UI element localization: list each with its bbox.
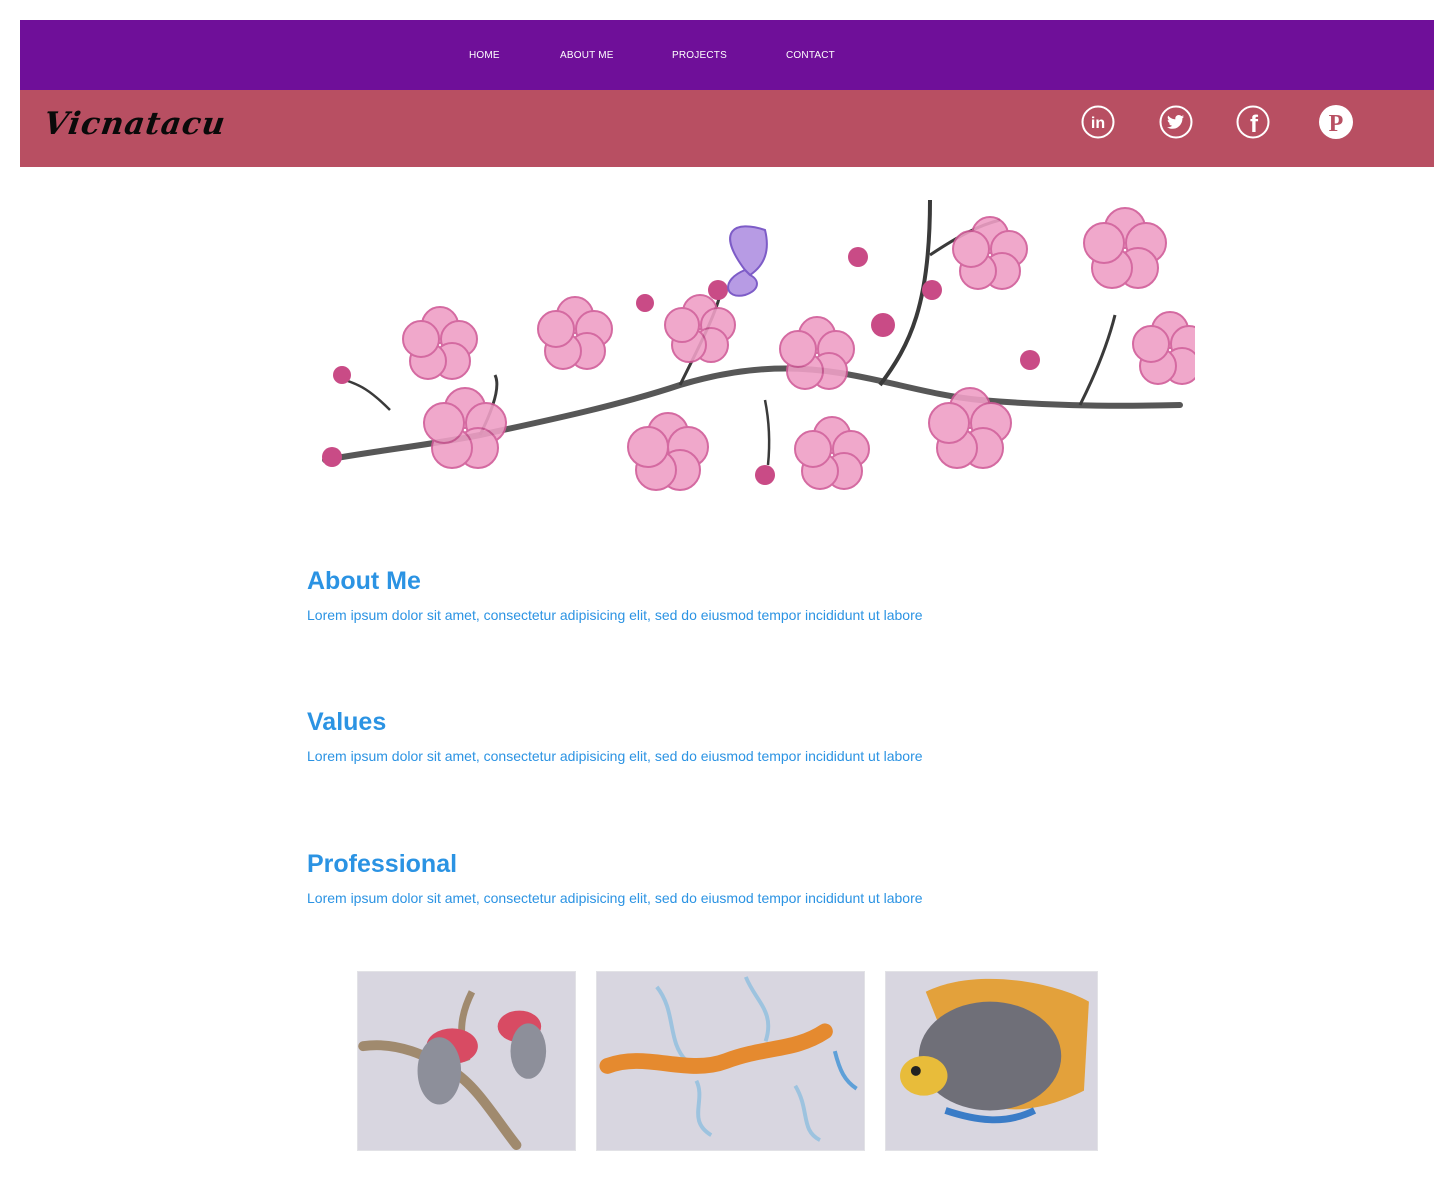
values-section: Values Lorem ipsum dolor sit amet, conse… xyxy=(307,707,1207,765)
site-logo[interactable]: Vicnatacu xyxy=(41,106,228,142)
pinterest-icon[interactable]: P xyxy=(1319,105,1353,139)
professional-section: Professional Lorem ipsum dolor sit amet,… xyxy=(307,849,1207,907)
professional-text: Lorem ipsum dolor sit amet, consectetur … xyxy=(307,890,923,906)
values-heading: Values xyxy=(307,708,387,736)
gallery-image-fish[interactable] xyxy=(885,971,1098,1151)
linkedin-icon[interactable]: in xyxy=(1081,105,1115,139)
gallery-image-sea-dragon[interactable] xyxy=(596,971,865,1151)
nav-link-home[interactable]: HOME xyxy=(469,50,500,61)
about-me-text: Lorem ipsum dolor sit amet, consectetur … xyxy=(307,607,923,623)
facebook-icon[interactable]: f xyxy=(1236,105,1270,139)
brand-banner: Vicnatacu in f P xyxy=(20,90,1434,167)
top-nav: HOME ABOUT ME PROJECTS CONTACT xyxy=(20,20,1434,90)
about-me-heading: About Me xyxy=(307,567,421,595)
facebook-glyph: f xyxy=(1250,111,1259,138)
hero-cherry-blossom-image xyxy=(320,195,1195,510)
about-me-section: About Me Lorem ipsum dolor sit amet, con… xyxy=(307,566,1207,624)
professional-heading: Professional xyxy=(307,850,458,878)
linkedin-glyph: in xyxy=(1091,115,1105,132)
values-text: Lorem ipsum dolor sit amet, consectetur … xyxy=(307,748,923,764)
gallery-image-birds[interactable] xyxy=(357,971,576,1151)
twitter-icon[interactable] xyxy=(1159,105,1193,139)
nav-link-contact[interactable]: CONTACT xyxy=(786,50,835,61)
nav-link-projects[interactable]: PROJECTS xyxy=(672,50,727,61)
pinterest-glyph: P xyxy=(1329,111,1344,137)
nav-link-about-me[interactable]: ABOUT ME xyxy=(560,50,614,61)
